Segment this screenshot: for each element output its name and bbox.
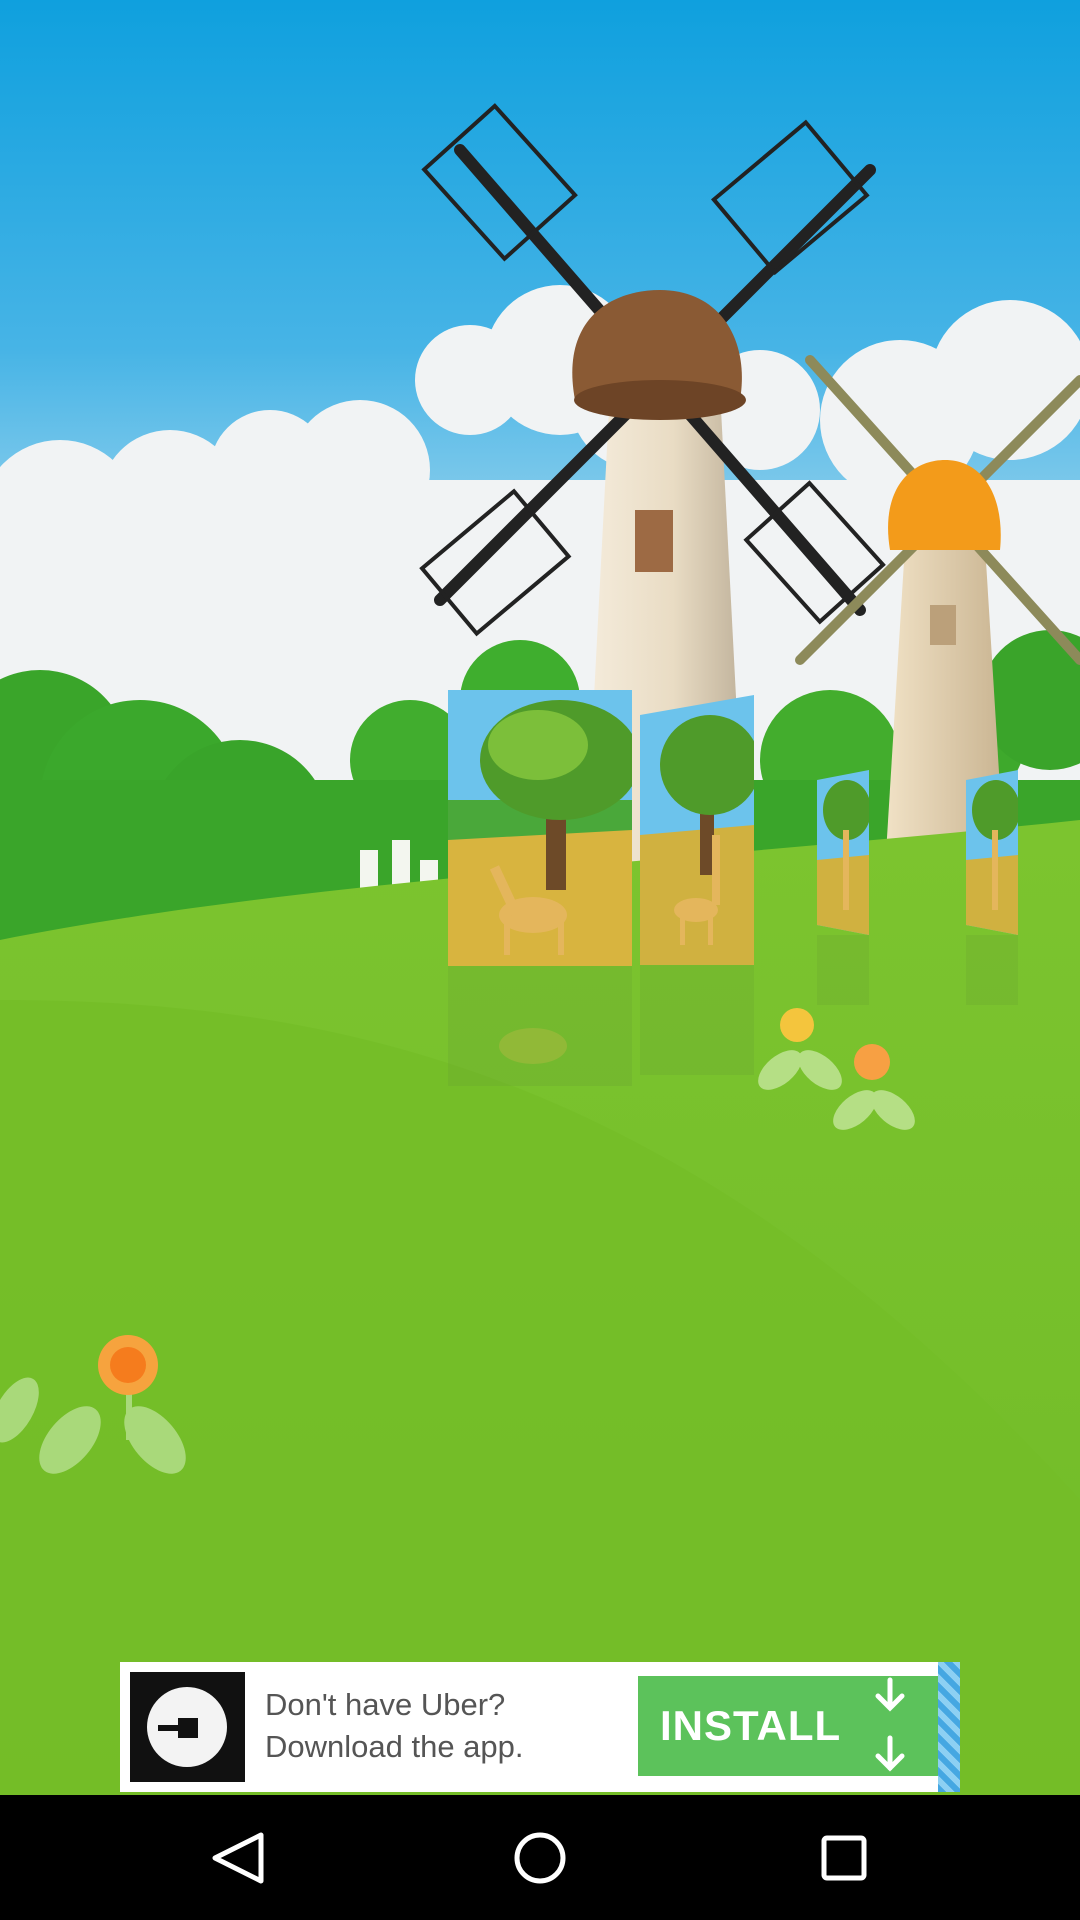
carousel-card-4[interactable]	[966, 770, 1020, 1005]
carousel-card-3[interactable]	[817, 770, 871, 1005]
carousel-card-2[interactable]	[640, 695, 760, 1075]
recents-button[interactable]	[763, 1795, 923, 1920]
ad-text: Don't have Uber? Download the app.	[265, 1684, 524, 1768]
ad-banner[interactable]: Don't have Uber? Download the app. INSTA…	[120, 1662, 960, 1792]
navigation-bar	[0, 1795, 1080, 1920]
uber-logo-icon	[130, 1672, 245, 1782]
ad-decor-stripe	[938, 1662, 960, 1792]
home-button[interactable]	[460, 1795, 620, 1920]
giraffe-thumbnail-3	[817, 770, 871, 935]
recents-square-icon	[821, 1835, 867, 1881]
back-triangle-icon	[212, 1832, 264, 1884]
carousel-card-1[interactable]	[448, 690, 640, 1086]
back-button[interactable]	[157, 1795, 317, 1920]
screen: Don't have Uber? Download the app. INSTA…	[0, 0, 1080, 1920]
install-button[interactable]: INSTALL	[638, 1676, 938, 1776]
ad-line-2: Download the app.	[265, 1729, 524, 1764]
giraffe-thumbnail-2	[640, 695, 760, 965]
ad-line-1: Don't have Uber?	[265, 1687, 506, 1722]
download-arrow-icon	[875, 1677, 905, 1772]
install-label: INSTALL	[660, 1702, 842, 1749]
giraffe-thumbnail-4	[966, 770, 1020, 935]
home-circle-icon	[514, 1832, 566, 1884]
giraffe-thumbnail-1	[448, 690, 640, 966]
